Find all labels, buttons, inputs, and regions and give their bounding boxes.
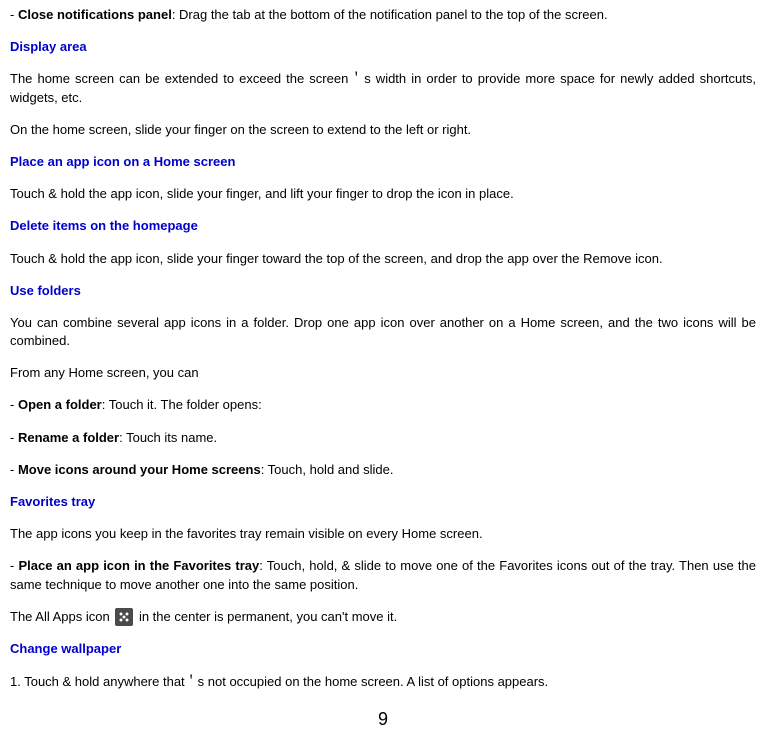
close-notifications-rest: : Drag the tab at the bottom of the noti…	[172, 7, 608, 22]
heading-display-area: Display area	[10, 38, 756, 56]
move-icons-line: - Move icons around your Home screens: T…	[10, 461, 756, 479]
from-any-home-screen: From any Home screen, you can	[10, 364, 756, 382]
all-apps-before: The All Apps icon	[10, 609, 113, 624]
change-wallpaper-step-1: 1. Touch & hold anywhere that＇s not occu…	[10, 673, 756, 691]
close-notifications-label: Close notifications panel	[18, 7, 172, 22]
heading-use-folders: Use folders	[10, 282, 756, 300]
all-apps-line: The All Apps icon in the center is perma…	[10, 608, 756, 627]
heading-delete-items: Delete items on the homepage	[10, 217, 756, 235]
dash-prefix: -	[10, 7, 18, 22]
place-app-icon-desc: Touch & hold the app icon, slide your fi…	[10, 185, 756, 203]
close-notifications-line: - Close notifications panel: Drag the ta…	[10, 6, 756, 24]
display-area-desc-2: On the home screen, slide your finger on…	[10, 121, 756, 139]
rename-folder-line: - Rename a folder: Touch its name.	[10, 429, 756, 447]
delete-items-desc: Touch & hold the app icon, slide your fi…	[10, 250, 756, 268]
use-folders-desc: You can combine several app icons in a f…	[10, 314, 756, 350]
all-apps-after: in the center is permanent, you can't mo…	[135, 609, 397, 624]
heading-place-app-icon: Place an app icon on a Home screen	[10, 153, 756, 171]
heading-change-wallpaper: Change wallpaper	[10, 640, 756, 658]
open-folder-label: Open a folder	[18, 397, 102, 412]
open-folder-rest: : Touch it. The folder opens:	[102, 397, 262, 412]
rename-folder-label: Rename a folder	[18, 430, 119, 445]
move-icons-label: Move icons around your Home screens	[18, 462, 261, 477]
open-folder-line: - Open a folder: Touch it. The folder op…	[10, 396, 756, 414]
dash-prefix: -	[10, 430, 18, 445]
all-apps-icon	[115, 608, 133, 626]
favorites-tray-desc: The app icons you keep in the favorites …	[10, 525, 756, 543]
place-favorites-line: - Place an app icon in the Favorites tra…	[10, 557, 756, 593]
place-favorites-label: Place an app icon in the Favorites tray	[18, 558, 259, 573]
page-number: 9	[10, 707, 756, 732]
display-area-desc-1: The home screen can be extended to excee…	[10, 70, 756, 106]
dash-prefix: -	[10, 462, 18, 477]
move-icons-rest: : Touch, hold and slide.	[261, 462, 394, 477]
dash-prefix: -	[10, 397, 18, 412]
heading-favorites-tray: Favorites tray	[10, 493, 756, 511]
rename-folder-rest: : Touch its name.	[119, 430, 217, 445]
